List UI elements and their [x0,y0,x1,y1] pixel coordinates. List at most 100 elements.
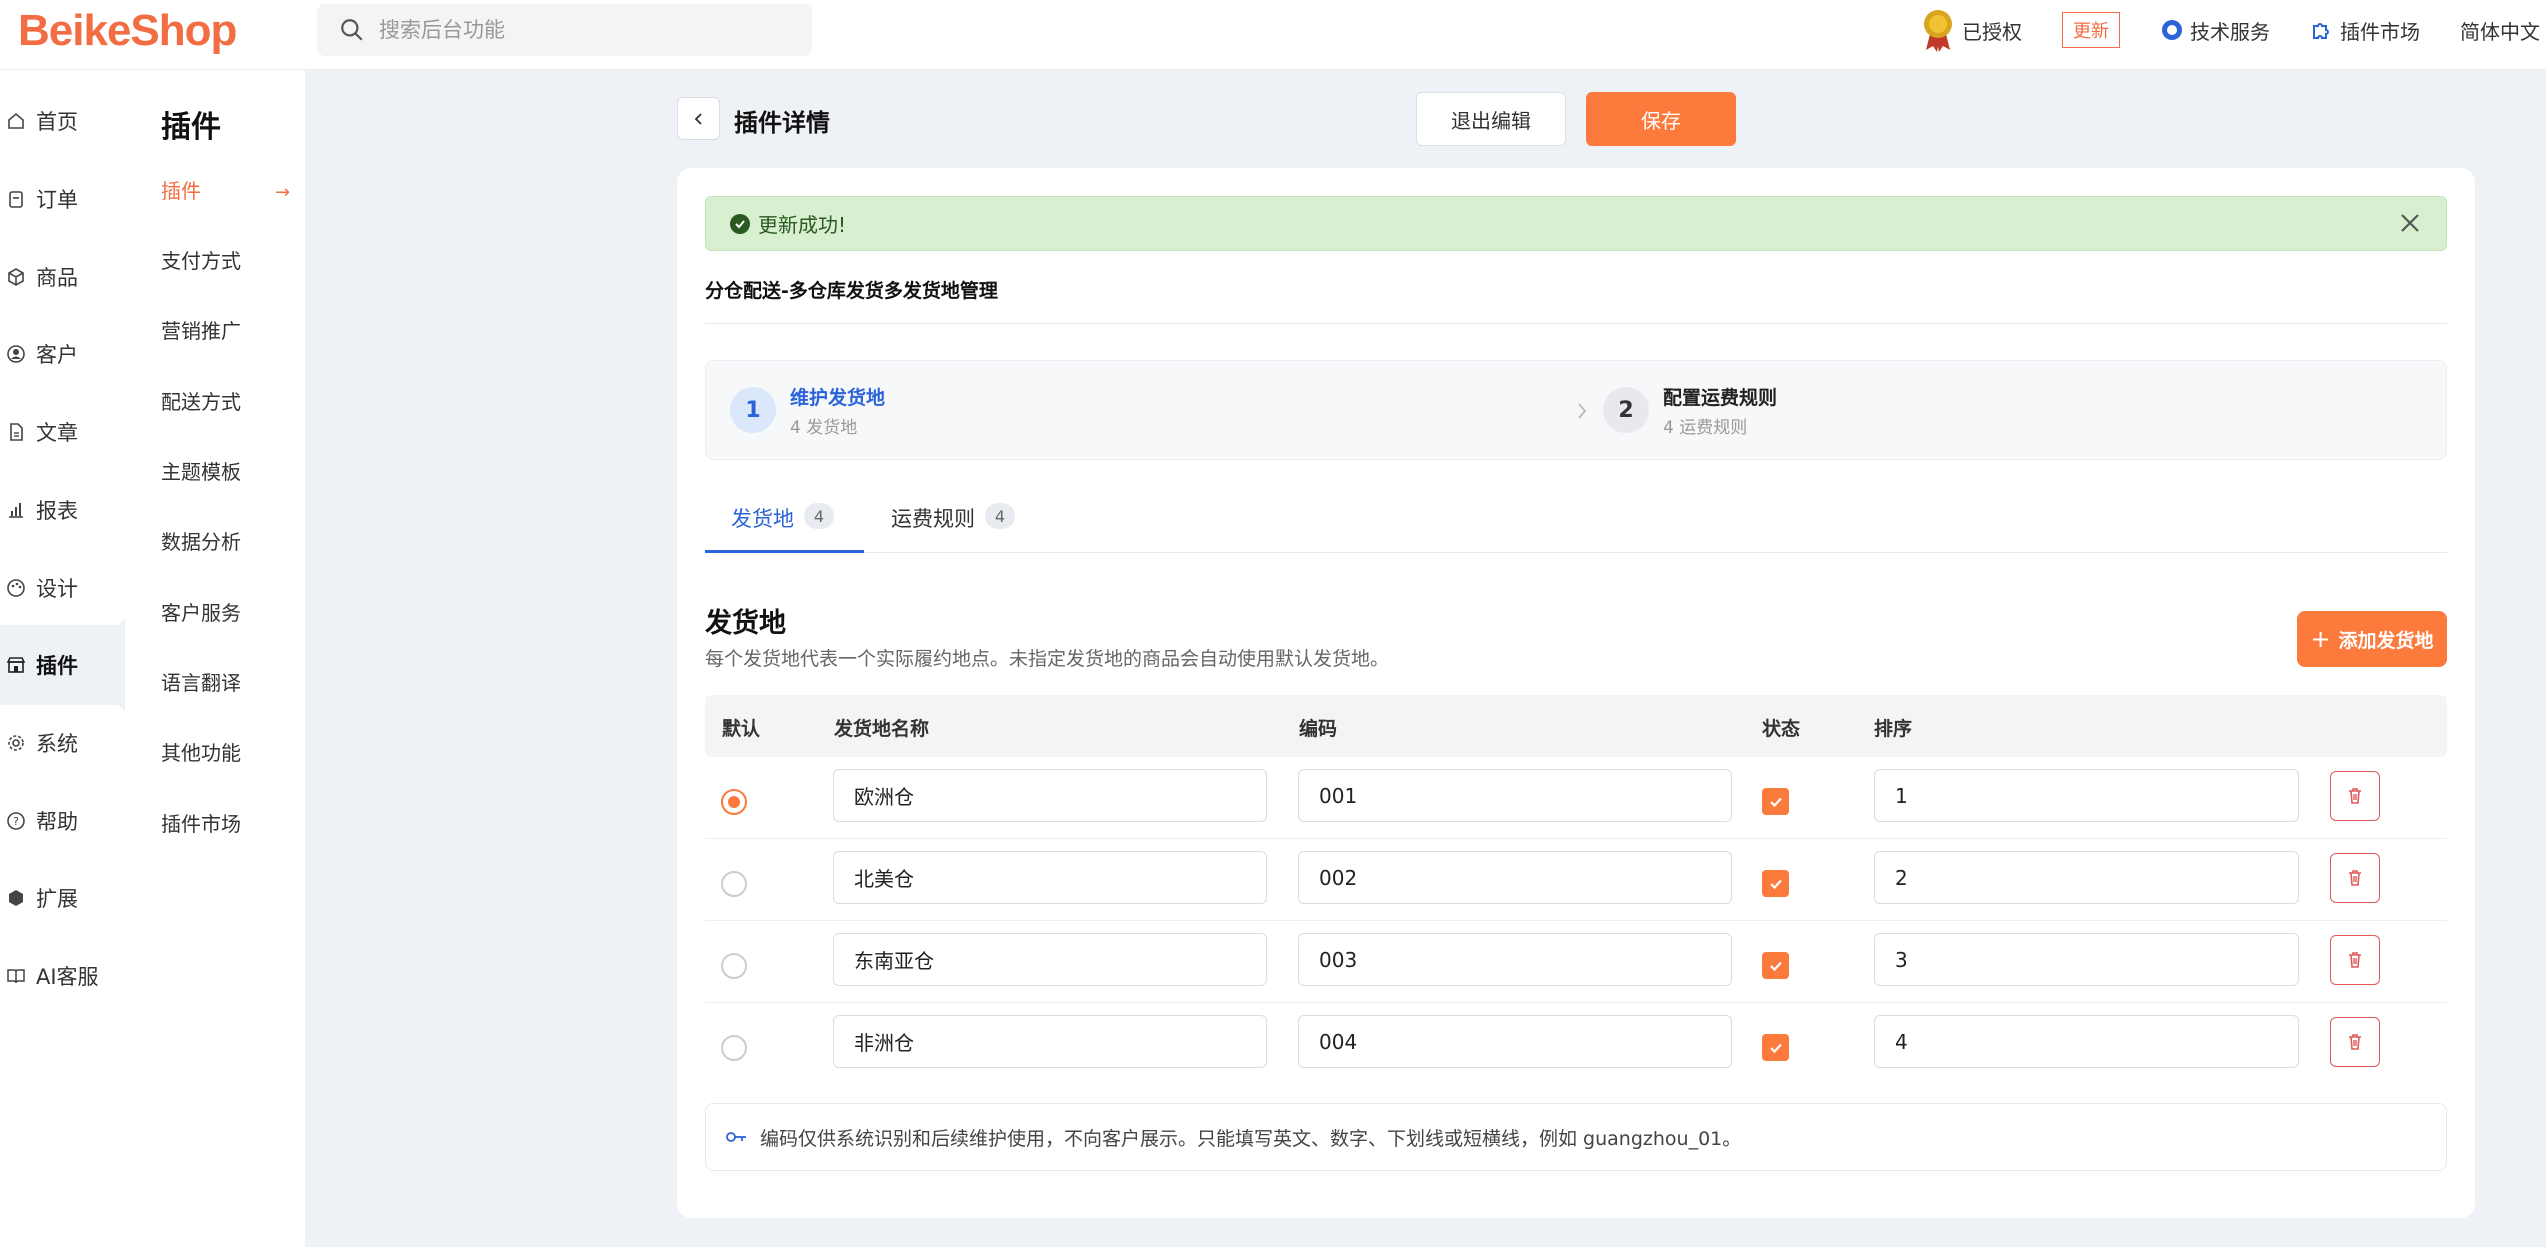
save-button[interactable]: 保存 [1586,92,1736,146]
order-icon [9,191,23,208]
back-button[interactable] [677,97,720,140]
warehouse-name-input[interactable] [833,933,1267,986]
sidebar-item-system[interactable]: 系统 [0,713,125,773]
document-icon [10,423,23,441]
section-description: 每个发货地代表一个实际履约地点。未指定发货地的商品会自动使用默认发货地。 [705,648,1390,670]
check-icon [1769,961,1782,971]
trash-icon [2349,788,2361,804]
book-icon [7,969,25,984]
sidebar-item-label: 报表 [36,499,78,523]
sidebar-item-orders[interactable]: 订单 [0,169,125,229]
sidebar-item-ai-service[interactable]: AI客服 [0,946,125,1006]
submenu-item-shipping[interactable]: 配送方式 [161,386,241,415]
section-title: 发货地 [705,608,786,639]
user-icon [7,345,25,363]
warehouse-name-input[interactable] [833,851,1267,904]
status-checkbox[interactable] [1762,870,1789,897]
delete-button[interactable] [2330,771,2380,821]
tab-shipping-rules[interactable]: 运费规则 4 [891,503,1015,553]
tab-label: 运费规则 [891,507,975,531]
tab-warehouses[interactable]: 发货地 4 [731,503,834,553]
sidebar-item-products[interactable]: 商品 [0,247,125,307]
palette-icon [7,579,25,597]
tech-service-label: 技术服务 [2190,19,2270,44]
plugin-name: 分仓配送-多仓库发货多发货地管理 [705,280,998,302]
sort-input[interactable] [1874,1015,2299,1068]
sidebar-item-help[interactable]: ? 帮助 [0,791,125,851]
plugin-market-link[interactable]: 插件市场 [2310,16,2420,45]
gear-icon [8,735,24,751]
add-warehouse-button[interactable]: + 添加发货地 [2297,611,2447,667]
warehouse-code-input[interactable] [1298,769,1732,822]
sidebar-item-reports[interactable]: 报表 [0,480,125,540]
warehouse-code-input[interactable] [1298,851,1732,904]
exit-edit-button[interactable]: 退出编辑 [1416,92,1566,146]
status-checkbox[interactable] [1762,1034,1789,1061]
step-subtitle: 4 运费规则 [1663,418,1748,438]
default-radio[interactable] [721,871,747,897]
warehouse-code-input[interactable] [1298,1015,1732,1068]
sidebar-item-label: 商品 [36,266,78,290]
sort-input[interactable] [1874,851,2299,904]
submenu-item-analytics[interactable]: 数据分析 [161,526,241,555]
update-badge[interactable]: 更新 [2062,12,2120,48]
tab-bar: 发货地 4 运费规则 4 [705,503,2447,553]
warehouse-name-input[interactable] [833,769,1267,822]
search-box[interactable] [317,4,812,56]
step-title[interactable]: 维护发货地 [790,383,885,410]
sidebar-item-label: 扩展 [36,887,78,911]
sidebar-item-label: 设计 [36,577,78,601]
warehouse-name-input[interactable] [833,1015,1267,1068]
sidebar-item-plugins[interactable]: 插件 [0,635,125,695]
submenu-item-market[interactable]: 插件市场 [161,808,241,837]
status-checkbox[interactable] [1762,788,1789,815]
submenu-item-translation[interactable]: 语言翻译 [161,667,241,696]
tech-service-link[interactable]: 技术服务 [2160,16,2270,45]
submenu-item-payment[interactable]: 支付方式 [161,245,241,274]
submenu-item-marketing[interactable]: 营销推广 [161,315,241,344]
default-radio[interactable] [721,1035,747,1061]
submenu-item-themes[interactable]: 主题模板 [161,456,241,485]
chevron-right-icon [1578,403,1587,419]
sidebar-item-home[interactable]: 首页 [0,91,125,151]
warehouse-code-input[interactable] [1298,933,1732,986]
tab-count-badge: 4 [804,503,834,529]
close-icon[interactable] [2396,209,2424,242]
support-icon [2162,20,2182,40]
submenu-item-customer-service[interactable]: 客户服务 [161,597,241,626]
sidebar-item-design[interactable]: 设计 [0,558,125,618]
delete-button[interactable] [2330,853,2380,903]
default-radio[interactable] [721,953,747,979]
page-title: 插件详情 [734,109,830,137]
sidebar-item-customers[interactable]: 客户 [0,324,125,384]
logo[interactable]: BeikeShop [18,6,237,56]
sort-input[interactable] [1874,769,2299,822]
home-icon [8,112,24,129]
step-title[interactable]: 配置运费规则 [1663,383,1777,410]
tab-count-badge: 4 [985,503,1015,529]
sidebar-item-label: AI客服 [36,965,99,989]
plugin-detail-card: 更新成功! 分仓配送-多仓库发货多发货地管理 1 维护发货地 4 发货地 2 配… [677,168,2475,1218]
sidebar-item-label: 插件 [36,654,78,678]
submenu-title: 插件 [161,110,221,145]
sidebar-item-label: 订单 [36,188,78,212]
submenu-item-other[interactable]: 其他功能 [161,737,241,766]
trash-icon [2349,1034,2361,1050]
default-radio[interactable] [721,789,747,815]
tab-active-indicator [705,550,864,553]
submenu-item-plugins[interactable]: 插件 [161,175,201,204]
sidebar-item-extensions[interactable]: 扩展 [0,868,125,928]
sort-input[interactable] [1874,933,2299,986]
delete-button[interactable] [2330,935,2380,985]
table-header: 默认 发货地名称 编码 状态 排序 [705,695,2447,757]
status-checkbox[interactable] [1762,952,1789,979]
check-icon [1769,797,1782,807]
search-input[interactable] [379,18,779,42]
language-switcher[interactable]: 简体中文 [2460,16,2540,45]
sidebar-item-articles[interactable]: 文章 [0,402,125,462]
top-header: BeikeShop 已授权 更新 技术服务 插件市场 简体中文 [0,0,2546,70]
delete-button[interactable] [2330,1017,2380,1067]
alert-message: 更新成功! [758,213,847,237]
plugin-market-label: 插件市场 [2340,19,2420,44]
authorized-status[interactable]: 已授权 [1920,8,2022,52]
